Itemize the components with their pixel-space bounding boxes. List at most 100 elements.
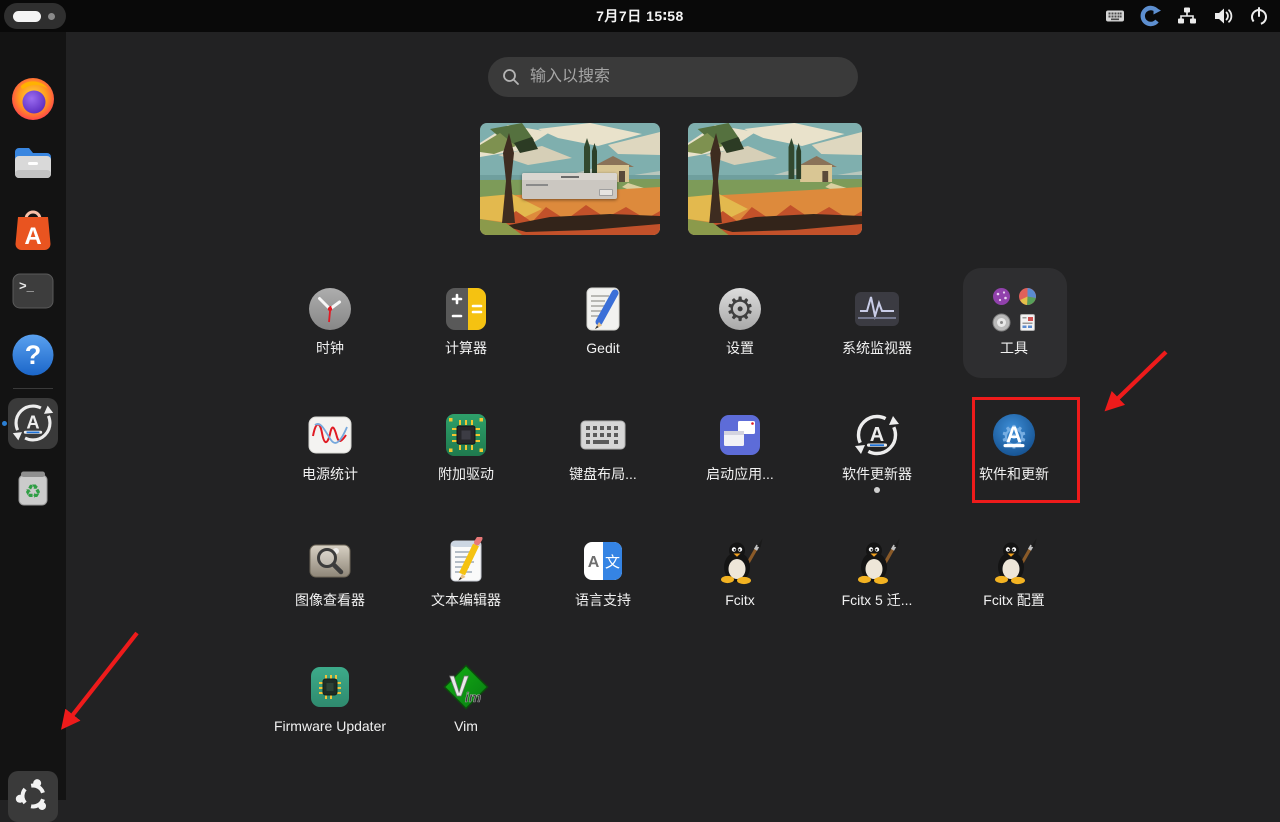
app-label: Vim xyxy=(454,718,478,735)
app-label: Gedit xyxy=(586,340,619,357)
app-image-viewer[interactable]: 图像查看器 xyxy=(262,524,398,646)
startup-applications-app-icon xyxy=(716,411,764,459)
app-label: 时钟 xyxy=(316,340,344,357)
fcitx-tux-icon xyxy=(716,537,764,585)
app-text-editor[interactable]: 文本编辑器 xyxy=(398,524,534,646)
network-wired-icon[interactable] xyxy=(1176,5,1198,27)
search-input[interactable] xyxy=(488,57,858,97)
terminal-icon: >_ xyxy=(9,267,57,315)
dock: A >_ ? A ♻ xyxy=(0,32,66,800)
dock-item-terminal[interactable]: >_ xyxy=(9,267,57,315)
app-additional-drivers[interactable]: 附加驱动 xyxy=(398,398,534,520)
keyboard-icon[interactable] xyxy=(1104,5,1126,27)
system-tray xyxy=(1104,0,1270,32)
app-label: 电源统计 xyxy=(302,466,358,483)
firmware-updater-app-icon xyxy=(306,663,354,711)
app-keyboard-layout[interactable]: 键盘布局... xyxy=(535,398,671,520)
clock-app-icon xyxy=(306,285,354,333)
fcitx-tux-icon xyxy=(853,537,901,585)
image-viewer-app-icon xyxy=(306,537,354,585)
app-label: 键盘布局... xyxy=(569,466,637,483)
svg-text:A: A xyxy=(588,554,600,571)
additional-drivers-app-icon xyxy=(442,411,490,459)
software-updater-app-icon: A xyxy=(853,411,901,459)
app-label: 软件和更新 xyxy=(979,466,1049,483)
svg-text:>_: >_ xyxy=(19,278,35,293)
workspace-thumbnail-2[interactable] xyxy=(688,123,862,235)
text-editor-app-icon xyxy=(442,537,490,585)
app-software-and-updates[interactable]: ⚙ A 软件和更新 xyxy=(946,398,1082,520)
svg-text:?: ? xyxy=(25,340,42,370)
running-indicator-dot xyxy=(874,487,880,493)
dialog-button xyxy=(599,189,613,196)
app-label: 启动应用... xyxy=(706,466,774,483)
dock-item-firefox[interactable] xyxy=(9,75,57,123)
app-fcitx[interactable]: Fcitx xyxy=(672,524,808,646)
app-label: Firmware Updater xyxy=(274,718,386,735)
power-icon[interactable] xyxy=(1248,5,1270,27)
dock-item-software-updater[interactable]: A xyxy=(8,398,58,449)
pie-chart-mini-icon xyxy=(1018,287,1037,306)
svg-text:A: A xyxy=(26,412,39,433)
svg-text:A: A xyxy=(24,223,41,250)
app-startup-applications[interactable]: 启动应用... xyxy=(672,398,808,520)
disk-mini-icon xyxy=(992,313,1011,332)
language-support-app-icon: A 文 xyxy=(579,537,627,585)
app-software-updater[interactable]: A 软件更新器 xyxy=(809,398,945,520)
app-calculator[interactable]: 计算器 xyxy=(398,272,534,394)
firefox-icon xyxy=(9,75,57,123)
tools-folder-preview xyxy=(990,285,1038,333)
keyboard-layout-app-icon xyxy=(579,411,627,459)
app-fcitx5-migration[interactable]: Fcitx 5 迁... xyxy=(809,524,945,646)
app-power-statistics[interactable]: 电源统计 xyxy=(262,398,398,520)
dock-item-trash[interactable]: ♻ xyxy=(9,463,57,511)
wallpaper-art xyxy=(688,123,862,235)
vim-app-icon: V im xyxy=(442,663,490,711)
fcitx-tux-icon xyxy=(990,537,1038,585)
baobab-mini-icon xyxy=(992,287,1011,306)
app-label: 计算器 xyxy=(445,340,487,357)
volume-icon[interactable] xyxy=(1212,5,1234,27)
gedit-app-icon xyxy=(579,285,627,333)
dialog-titlebar xyxy=(522,173,617,180)
dock-item-files[interactable] xyxy=(9,139,57,187)
system-monitor-app-icon xyxy=(853,285,901,333)
calculator-app-icon xyxy=(442,285,490,333)
app-label: 软件更新器 xyxy=(842,466,912,483)
dock-item-help[interactable]: ? xyxy=(9,331,57,379)
app-folder-tools[interactable]: 工具 xyxy=(946,272,1082,394)
dock-item-ubuntu-software[interactable]: A xyxy=(9,204,57,252)
app-label: 文本编辑器 xyxy=(431,592,501,609)
app-fcitx-config[interactable]: Fcitx 配置 xyxy=(946,524,1082,646)
trash-icon: ♻ xyxy=(9,463,57,511)
clock-label[interactable]: 7月7日 15∶58 xyxy=(0,0,1280,32)
app-label: 语言支持 xyxy=(575,592,631,609)
app-gedit[interactable]: Gedit xyxy=(535,272,671,394)
app-system-monitor[interactable]: 系统监视器 xyxy=(809,272,945,394)
svg-text:A: A xyxy=(870,424,884,446)
files-icon xyxy=(9,139,57,187)
fcitx-input-icon[interactable] xyxy=(1140,5,1162,27)
app-settings[interactable]: ⚙ 设置 xyxy=(672,272,808,394)
power-statistics-app-icon xyxy=(306,411,354,459)
annotation-arrow-show-apps xyxy=(64,633,137,726)
top-bar: 7月7日 15∶58 xyxy=(0,0,1280,32)
ubuntu-software-icon: A xyxy=(9,204,57,252)
app-language-support[interactable]: A 文 语言支持 xyxy=(535,524,671,646)
folder-label: 工具 xyxy=(1000,340,1028,357)
app-clock[interactable]: 时钟 xyxy=(262,272,398,394)
svg-text:♻: ♻ xyxy=(24,482,41,503)
show-applications-button[interactable] xyxy=(8,771,58,822)
app-vim[interactable]: V im Vim xyxy=(398,650,534,772)
app-label: Fcitx 配置 xyxy=(983,592,1044,609)
ubuntu-logo-icon xyxy=(11,774,55,818)
dialog-text-line xyxy=(526,184,548,186)
dock-running-indicator xyxy=(2,421,7,426)
app-label: 设置 xyxy=(726,340,754,357)
open-window-dialog[interactable] xyxy=(522,173,617,199)
help-icon: ? xyxy=(9,331,57,379)
settings-app-icon: ⚙ xyxy=(716,285,764,333)
svg-text:⚙: ⚙ xyxy=(725,291,755,328)
workspace-thumbnail-1[interactable] xyxy=(480,123,660,235)
app-firmware-updater[interactable]: Firmware Updater xyxy=(262,650,398,772)
